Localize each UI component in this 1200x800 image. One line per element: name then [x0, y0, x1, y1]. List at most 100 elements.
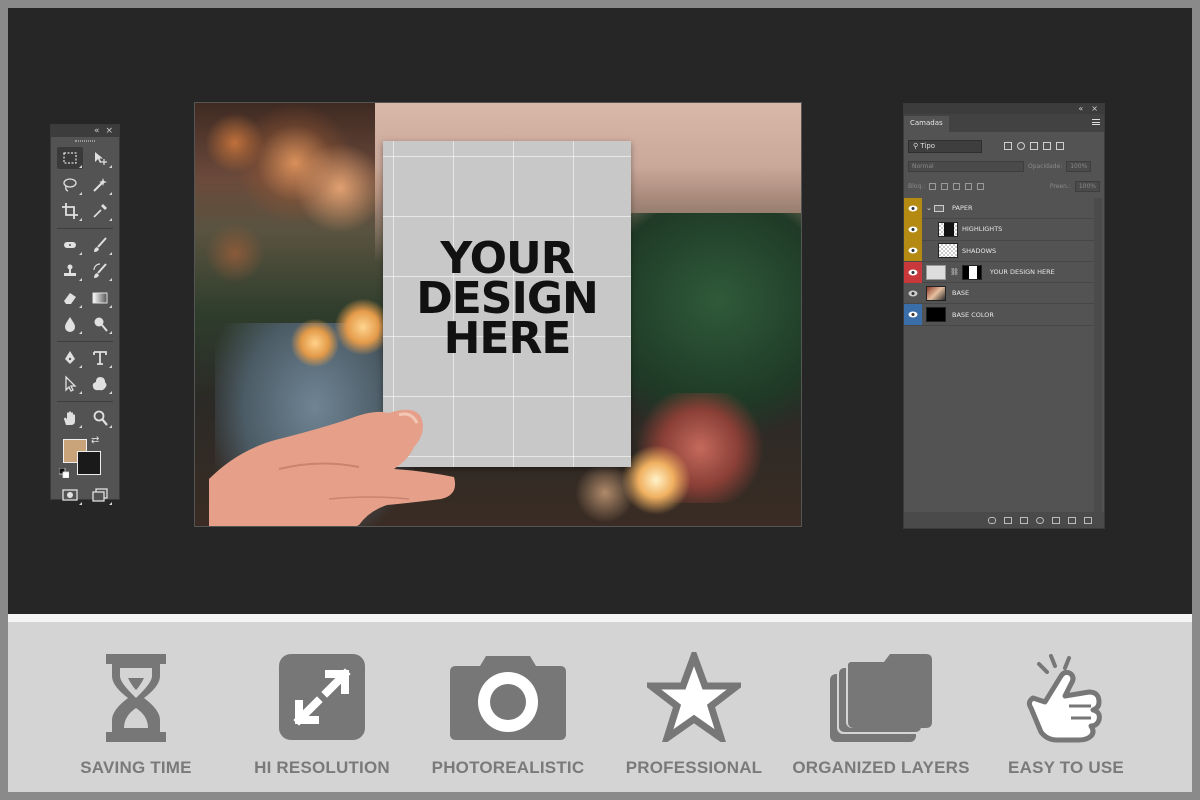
opacity-label: Opacidade: — [1028, 162, 1063, 170]
healing-brush-icon[interactable] — [57, 234, 83, 256]
custom-shape-icon[interactable] — [87, 373, 113, 395]
shape-filter-icon[interactable] — [1043, 142, 1051, 150]
layer-row[interactable]: SHADOWS — [904, 240, 1094, 262]
link-layers-icon[interactable] — [988, 516, 996, 524]
pixel-filter-icon[interactable] — [1004, 142, 1012, 150]
visibility-eye-icon[interactable] — [904, 240, 922, 262]
magic-wand-icon[interactable] — [87, 174, 113, 196]
delete-layer-icon[interactable] — [1084, 516, 1092, 524]
visibility-eye-icon[interactable] — [904, 218, 922, 240]
new-group-icon[interactable] — [1052, 516, 1060, 524]
layers-scrollbar[interactable] — [1094, 198, 1102, 518]
feature-label: ORGANIZED LAYERS — [792, 758, 970, 777]
pen-icon[interactable] — [57, 347, 83, 369]
chevron-down-icon[interactable]: ⌄ — [926, 204, 934, 212]
layer-row[interactable]: ⛓ YOUR DESIGN HERE — [904, 261, 1094, 284]
background-color-swatch[interactable] — [77, 451, 101, 475]
fill-label: Preen.: — [1049, 182, 1071, 190]
drag-grip[interactable] — [51, 137, 119, 145]
panel-menu-icon[interactable] — [1092, 119, 1100, 125]
adjustment-layer-icon[interactable] — [1036, 516, 1044, 524]
path-selection-icon[interactable] — [57, 373, 83, 395]
filter-icons — [1004, 142, 1064, 150]
document-canvas[interactable]: YOUR DESIGN HERE — [194, 102, 802, 527]
visibility-eye-icon[interactable] — [904, 261, 922, 283]
opacity-field[interactable]: 100% — [1066, 160, 1092, 172]
feature-label: EASY TO USE — [1008, 758, 1124, 777]
move-icon[interactable] — [87, 147, 113, 169]
layer-row[interactable]: HIGHLIGHTS — [904, 218, 1094, 241]
close-icon[interactable]: × — [105, 126, 113, 136]
lock-position-icon[interactable] — [953, 182, 961, 190]
layer-thumbnail — [938, 243, 958, 259]
fx-icon[interactable] — [1004, 516, 1012, 524]
lock-transparent-icon[interactable] — [929, 182, 937, 190]
default-colors-icon[interactable] — [58, 465, 70, 479]
blur-icon[interactable] — [57, 313, 83, 335]
fill-field[interactable]: 100% — [1074, 180, 1100, 192]
type-icon[interactable] — [87, 347, 113, 369]
feature-hi-resolution: HI RESOLUTION — [232, 652, 412, 778]
smart-object-filter-icon[interactable] — [1056, 142, 1064, 150]
layers-tab-bar: Camadas — [904, 114, 1104, 132]
layer-row[interactable]: BASE COLOR — [904, 304, 1094, 326]
hourglass-icon — [106, 654, 166, 742]
visibility-eye-icon[interactable] — [904, 304, 922, 326]
visibility-eye-icon[interactable] — [904, 197, 922, 219]
blend-mode-select[interactable]: Normal — [908, 160, 1024, 172]
folder-icon — [934, 204, 944, 212]
zoom-icon[interactable] — [87, 407, 113, 429]
tools-panel: « × ⇄ — [50, 124, 120, 505]
feature-label: PROFESSIONAL — [625, 758, 763, 777]
marquee-icon[interactable] — [57, 147, 83, 170]
swap-colors-icon[interactable]: ⇄ — [91, 435, 101, 446]
tap-hand-icon — [1026, 654, 1102, 743]
clone-stamp-icon[interactable] — [57, 260, 83, 282]
lock-icons — [929, 182, 985, 190]
collapse-icon[interactable]: « — [94, 126, 100, 136]
adjustment-filter-icon[interactable] — [1017, 142, 1025, 150]
visibility-eye-icon[interactable] — [904, 283, 922, 304]
lock-all-icon[interactable] — [977, 182, 985, 190]
stacked-folders-icon — [830, 654, 932, 742]
layer-list: ⌄ PAPER HIGHLIGHTS SHADOWS ⛓ YOUR DESIGN… — [904, 197, 1094, 326]
lock-image-icon[interactable] — [941, 182, 949, 190]
layer-name: BASE — [952, 289, 970, 298]
lasso-icon[interactable] — [57, 174, 83, 196]
layer-row-group[interactable]: ⌄ PAPER — [904, 197, 1094, 220]
close-icon[interactable]: × — [1091, 104, 1098, 114]
feature-easy-to-use: EASY TO USE — [976, 652, 1156, 778]
feature-professional: PROFESSIONAL — [604, 652, 784, 778]
type-filter-icon[interactable] — [1030, 142, 1038, 150]
lock-artboard-icon[interactable] — [965, 182, 973, 190]
layer-filter-select[interactable]: ⚲ Tipo — [908, 139, 982, 153]
hand-icon[interactable] — [57, 407, 83, 429]
eyedropper-icon[interactable] — [87, 200, 113, 222]
screen-mode-icon[interactable] — [87, 484, 113, 506]
feature-label: PHOTOREALISTIC — [431, 758, 585, 777]
crop-icon[interactable] — [57, 200, 83, 222]
feature-label: SAVING TIME — [80, 758, 192, 777]
layer-thumbnail — [926, 285, 946, 301]
layer-name: HIGHLIGHTS — [962, 225, 1003, 234]
camera-icon — [450, 656, 566, 740]
history-brush-icon[interactable] — [87, 260, 113, 282]
photoshop-workspace: « × ⇄ YOUR DESIGN HERE « × Camadas ⚲ Tip… — [8, 8, 1192, 614]
layer-name: BASE COLOR — [952, 310, 994, 319]
filter-kind-label: Tipo — [920, 141, 936, 150]
dodge-icon[interactable] — [87, 313, 113, 335]
layer-thumbnail — [926, 307, 946, 323]
brush-icon[interactable] — [87, 234, 113, 256]
add-mask-icon[interactable] — [1020, 516, 1028, 524]
gradient-icon[interactable] — [87, 287, 113, 309]
new-layer-icon[interactable] — [1068, 516, 1076, 524]
quick-mask-icon[interactable] — [57, 484, 83, 506]
design-placeholder-text: YOUR DESIGN HERE — [383, 237, 631, 361]
feature-label: HI RESOLUTION — [254, 758, 390, 777]
eraser-icon[interactable] — [57, 287, 83, 309]
tab-layers[interactable]: Camadas — [904, 116, 949, 132]
layer-row[interactable]: BASE — [904, 283, 1094, 305]
section-divider — [8, 614, 1192, 622]
layers-panel-footer — [904, 512, 1104, 528]
collapse-icon[interactable]: « — [1078, 104, 1083, 114]
